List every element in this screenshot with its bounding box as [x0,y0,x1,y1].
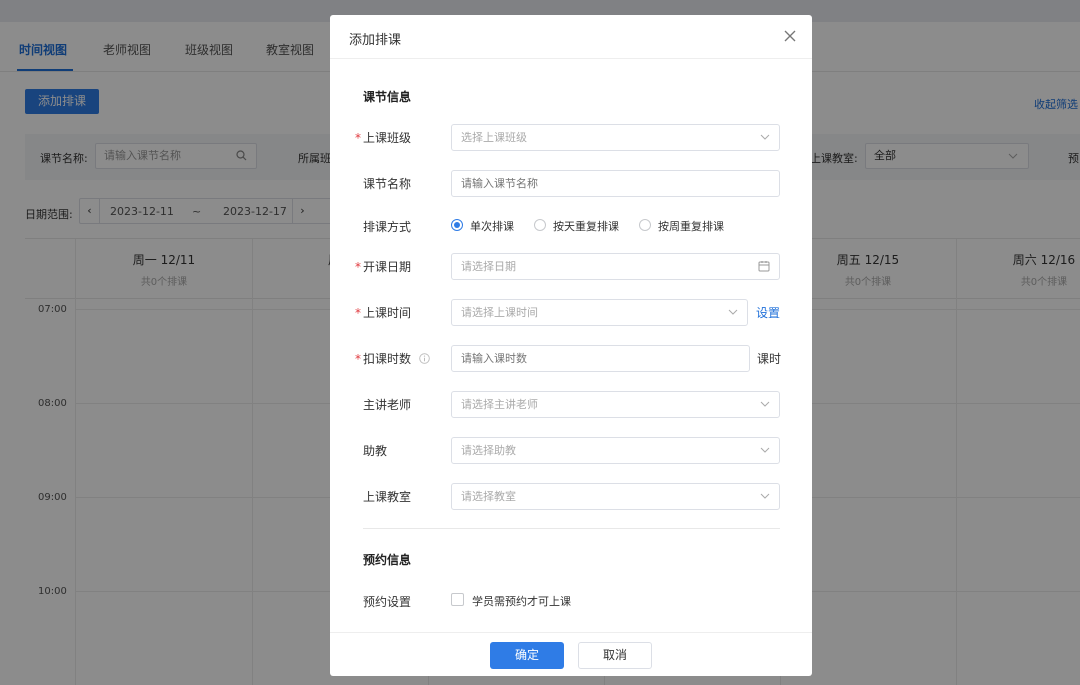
required-mark: * [355,352,361,366]
classroom-select[interactable]: 请选择教室 [451,483,780,510]
lesson-name-label: 课节名称 [363,177,412,191]
classroom-label: 上课教室 [363,490,412,504]
lesson-name-input[interactable] [451,170,780,197]
dialog-footer: 确定 取消 [330,632,812,676]
section-lesson-info: 课节信息 [363,90,412,104]
teacher-select[interactable]: 请选择主讲老师 [451,391,780,418]
radio-dot [639,219,651,231]
teacher-select-placeholder: 请选择主讲老师 [461,398,538,411]
class-time-select[interactable]: 请选择上课时间 [451,299,748,326]
required-mark: * [355,260,361,274]
deduct-hours-unit: 课时 [757,352,782,366]
radio-single[interactable]: 单次排课 [451,218,521,234]
start-date-placeholder: 请选择日期 [461,260,516,273]
chevron-down-icon [728,309,738,315]
close-icon[interactable] [781,27,799,45]
radio-label: 按周重复排课 [658,220,724,233]
confirm-button[interactable]: 确定 [490,642,564,669]
info-icon[interactable] [419,353,430,364]
deduct-hours-input[interactable] [451,345,750,372]
class-time-label-text: 上课时间 [363,306,412,320]
dialog-title: 添加排课 [349,33,402,48]
assistant-select-placeholder: 请选择助教 [461,444,516,457]
start-date-label: * 开课日期 [355,258,411,275]
chevron-down-icon [760,134,770,140]
deduct-hours-label: * 扣课时数 [355,350,430,367]
section-booking-info: 预约信息 [363,553,412,567]
dialog-header: 添加排课 [330,15,812,59]
chevron-down-icon [760,447,770,453]
class-label: * 上课班级 [355,129,411,146]
booking-required-checkbox-label[interactable]: 学员需预约才可上课 [472,593,571,609]
class-time-label: * 上课时间 [355,304,411,321]
add-schedule-dialog: 添加排课 课节信息 *上课班级 选择上课班级 课节名称 排课方式 单次排课 按天… [330,15,812,676]
class-label-text: 上课班级 [363,131,412,145]
teacher-label: 主讲老师 [363,398,412,412]
booking-setting-label: 预约设置 [363,595,412,609]
radio-dot [534,219,546,231]
start-date-label-text: 开课日期 [363,260,412,274]
required-mark: * [355,131,361,145]
radio-dot-selected [451,219,463,231]
radio-label: 按天重复排课 [553,220,619,233]
class-select[interactable]: 选择上课班级 [451,124,780,151]
start-date-picker[interactable]: 请选择日期 [451,253,780,280]
chevron-down-icon [760,401,770,407]
radio-label: 单次排课 [470,220,514,233]
radio-weekly-repeat[interactable]: 按周重复排课 [639,218,734,234]
deduct-hours-label-text: 扣课时数 [363,352,412,366]
assistant-label: 助教 [363,444,388,458]
calendar-icon [758,261,770,272]
cancel-button[interactable]: 取消 [578,642,652,669]
required-mark: * [355,306,361,320]
radio-daily-repeat[interactable]: 按天重复排课 [534,218,629,234]
assistant-select[interactable]: 请选择助教 [451,437,780,464]
chevron-down-icon [760,493,770,499]
class-time-settings-link[interactable]: 设置 [756,304,780,321]
booking-required-checkbox[interactable] [451,593,464,606]
class-select-placeholder: 选择上课班级 [461,131,527,144]
class-time-placeholder: 请选择上课时间 [461,306,538,319]
section-divider [363,528,780,529]
classroom-select-placeholder: 请选择教室 [461,490,516,503]
schedule-mode-label: 排课方式 [363,220,412,234]
